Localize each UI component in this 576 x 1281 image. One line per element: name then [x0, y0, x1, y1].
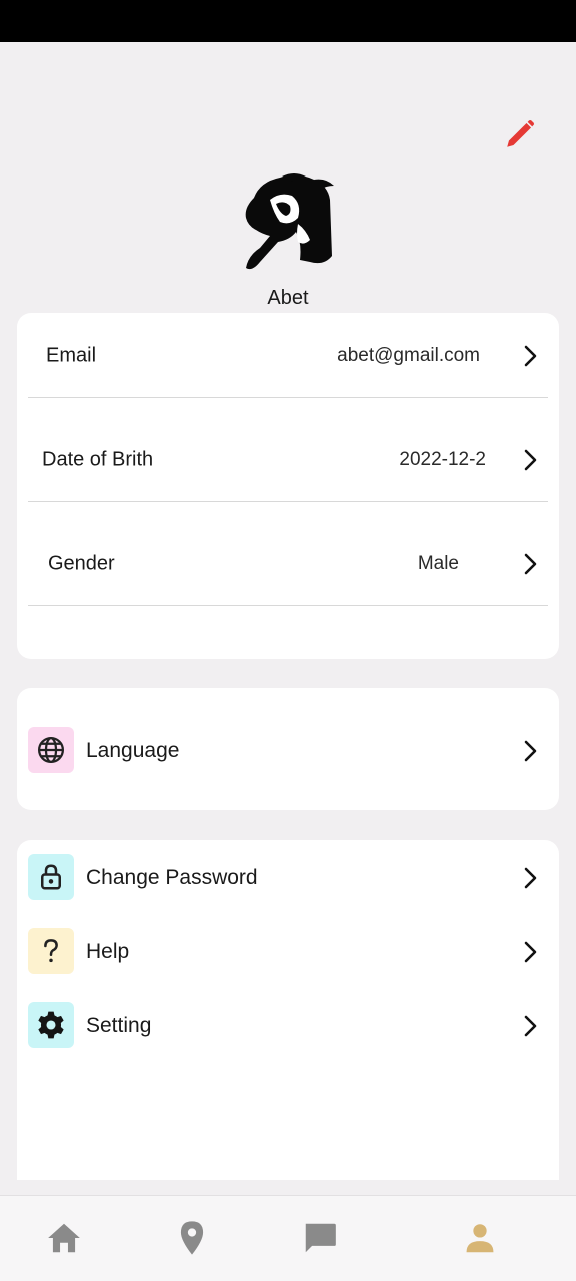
language-label: Language	[86, 739, 180, 762]
home-icon	[48, 1223, 80, 1253]
nav-home[interactable]	[40, 1214, 88, 1262]
setting-label: Setting	[86, 1014, 152, 1037]
status-bar	[0, 0, 576, 42]
language-row[interactable]: Language	[28, 727, 548, 775]
gear-icon	[28, 1002, 74, 1048]
change-password-label: Change Password	[86, 866, 258, 889]
date-of-birth-value: 2022-12-2	[399, 448, 486, 470]
question-icon	[28, 928, 74, 974]
personal-info-card: Email abet@gmail.com Date of Brith 2022-…	[17, 313, 559, 659]
chevron-right-icon	[524, 740, 537, 762]
avatar[interactable]	[240, 170, 336, 278]
lock-icon	[28, 854, 74, 900]
help-row[interactable]: Help	[28, 928, 548, 976]
setting-row[interactable]: Setting	[28, 1002, 548, 1050]
account-menu-card: Change Password Help Setting	[17, 840, 559, 1180]
chevron-right-icon	[524, 1015, 537, 1037]
gender-row[interactable]: Gender Male	[28, 521, 548, 606]
bottom-nav	[0, 1195, 576, 1281]
chevron-right-icon	[524, 553, 537, 574]
help-label: Help	[86, 940, 130, 963]
divider	[28, 501, 548, 502]
change-password-row[interactable]: Change Password	[28, 854, 548, 902]
globe-icon	[28, 727, 74, 773]
nav-profile[interactable]	[456, 1214, 504, 1262]
horse-logo-icon	[245, 173, 334, 270]
chat-icon	[305, 1223, 336, 1253]
language-card: Language	[17, 688, 559, 810]
location-pin-icon	[180, 1221, 204, 1255]
gender-label: Gender	[48, 552, 115, 574]
chevron-right-icon	[524, 941, 537, 963]
chevron-right-icon	[524, 449, 537, 470]
edit-profile-button[interactable]	[498, 112, 542, 156]
divider	[28, 397, 548, 398]
email-value: abet@gmail.com	[337, 344, 480, 366]
person-icon	[466, 1224, 494, 1253]
email-row[interactable]: Email abet@gmail.com	[28, 313, 548, 398]
gender-value: Male	[417, 552, 459, 574]
chevron-right-icon	[524, 867, 537, 889]
email-label: Email	[46, 344, 97, 366]
profile-name: Abet	[267, 287, 309, 309]
nav-location[interactable]	[168, 1214, 216, 1262]
chevron-right-icon	[524, 345, 537, 366]
date-of-birth-label: Date of Brith	[42, 448, 154, 470]
nav-chat[interactable]	[296, 1214, 344, 1262]
divider	[28, 605, 548, 606]
pencil-icon	[507, 119, 535, 147]
date-of-birth-row[interactable]: Date of Brith 2022-12-2	[28, 417, 548, 502]
